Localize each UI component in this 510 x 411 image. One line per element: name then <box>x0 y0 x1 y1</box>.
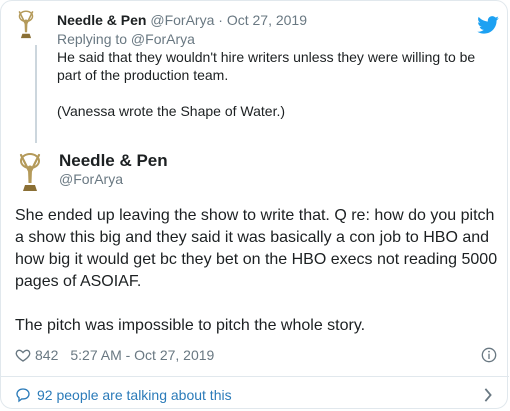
avatar[interactable] <box>15 9 37 41</box>
parent-tweet-text: He said that they wouldn't hire writers … <box>57 48 497 120</box>
main-author-name[interactable]: Needle & Pen <box>59 151 168 171</box>
parent-paragraph: He said that they wouldn't hire writers … <box>57 49 476 83</box>
parent-author-name[interactable]: Needle & Pen <box>57 12 146 28</box>
parent-author-handle[interactable]: @ForArya <box>150 12 214 28</box>
parent-date[interactable]: Oct 27, 2019 <box>227 12 307 28</box>
chevron-right-icon[interactable] <box>483 388 493 402</box>
heart-icon[interactable] <box>15 347 31 363</box>
speech-bubble-icon <box>16 388 30 403</box>
twitter-bird-icon[interactable] <box>477 16 499 34</box>
parent-tweet-header: Needle & Pen @ForArya · Oct 27, 2019 <box>57 12 307 30</box>
main-paragraph: She ended up leaving the show to write t… <box>15 207 498 290</box>
tweet-timestamp[interactable]: 5:27 AM - Oct 27, 2019 <box>70 347 214 363</box>
parent-separator: · <box>218 12 223 28</box>
tweet-meta-row: 842 5:27 AM - Oct 27, 2019 <box>15 345 499 365</box>
info-icon[interactable] <box>481 347 497 363</box>
conversation-link[interactable]: 92 people are talking about this <box>15 386 499 404</box>
main-tweet-text: She ended up leaving the show to write t… <box>15 205 503 337</box>
like-count[interactable]: 842 <box>35 347 58 363</box>
avatar[interactable] <box>15 151 45 195</box>
thread-connector <box>35 45 37 143</box>
talking-text[interactable]: 92 people are talking about this <box>37 387 232 403</box>
replying-to-label[interactable]: Replying to @ForArya <box>57 31 195 47</box>
parent-paragraph: (Vanessa wrote the Shape of Water.) <box>57 103 286 119</box>
tweet-embed-card: Needle & Pen @ForArya · Oct 27, 2019 Rep… <box>0 0 509 409</box>
footer-divider <box>1 376 509 377</box>
main-paragraph: The pitch was impossible to pitch the wh… <box>15 317 366 334</box>
main-author-handle[interactable]: @ForArya <box>59 171 123 187</box>
